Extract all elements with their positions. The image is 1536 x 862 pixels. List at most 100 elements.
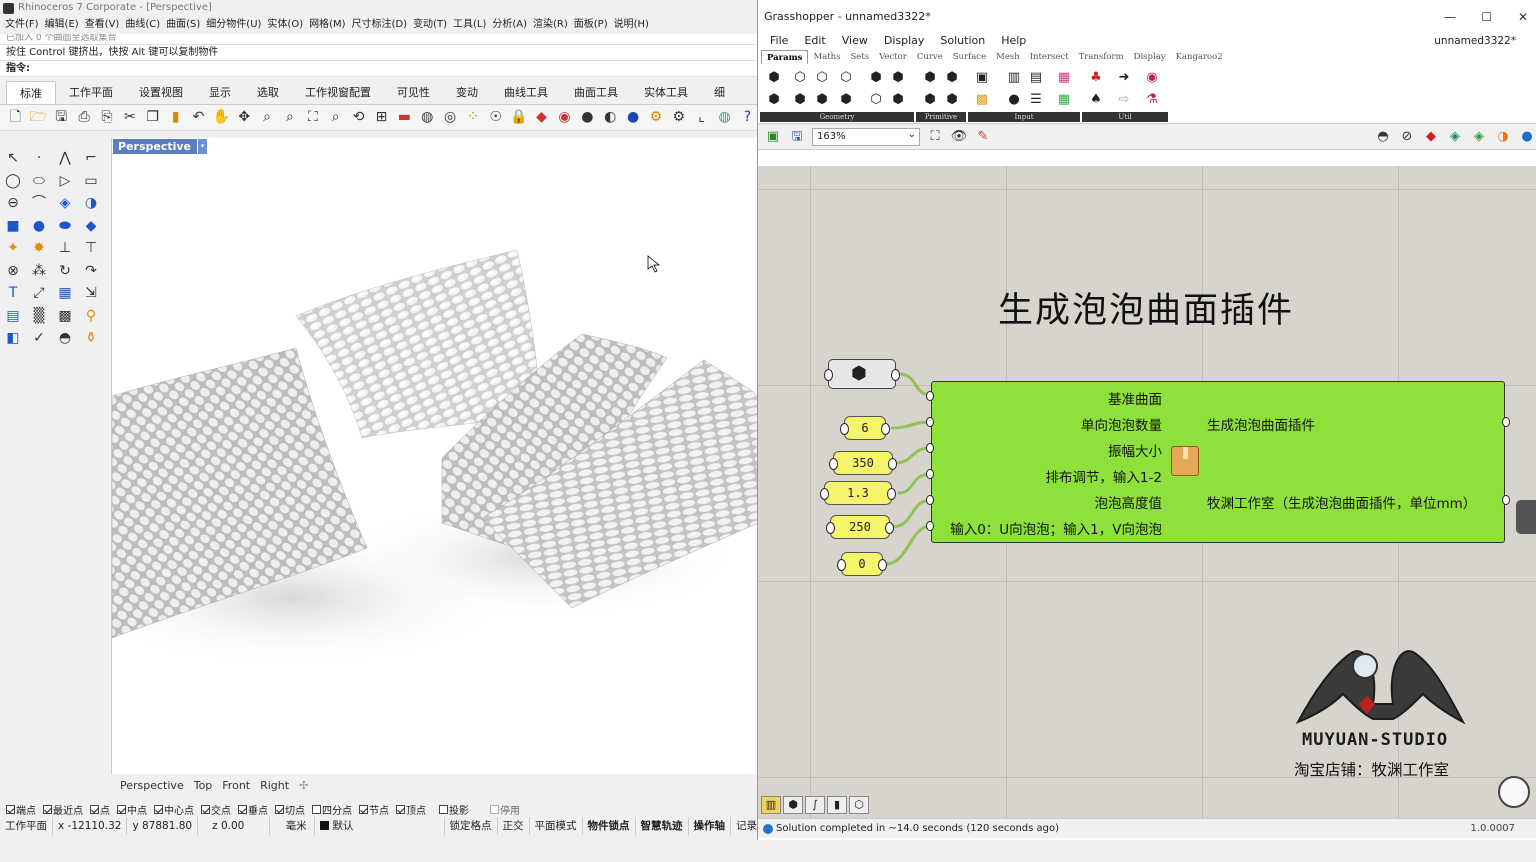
car-icon[interactable]: ▬	[395, 108, 414, 127]
menu-mesh[interactable]: 网格(M)	[308, 16, 350, 34]
preview-eye-icon[interactable]: 👁	[950, 128, 968, 146]
osnap-checkbox[interactable]	[154, 804, 163, 814]
tab-viewport-layout[interactable]: 工作视窗配置	[292, 81, 384, 104]
osnap-checkbox[interactable]	[359, 804, 368, 814]
status-cplane[interactable]: 工作平面	[0, 817, 53, 835]
osnap-10[interactable]: 顶点	[396, 802, 426, 817]
status-units[interactable]: 毫米	[270, 817, 316, 835]
group-icon[interactable]: ⁂	[28, 260, 50, 282]
layer-icon[interactable]: ◆	[532, 108, 551, 127]
boolean-icon[interactable]: ✦	[2, 237, 24, 259]
perspective-viewport[interactable]: Perspective ▾	[111, 138, 757, 774]
new-file-icon[interactable]: 🗋	[6, 108, 25, 127]
rotate-view-icon[interactable]: ⟲	[349, 108, 368, 127]
tab-curve-tools[interactable]: 曲线工具	[491, 81, 561, 104]
menu-solid[interactable]: 实体(O)	[266, 16, 308, 34]
param-curve-icon[interactable]: ⬡	[812, 68, 832, 88]
menu-dimension[interactable]: 尺寸标注(D)	[351, 16, 413, 34]
toggle-planar[interactable]: 平面模式	[530, 817, 583, 835]
zoom-extents-icon[interactable]: ⛶	[303, 108, 322, 127]
zoom-extents-icon[interactable]: ⛶	[926, 128, 944, 146]
gh-menu-view[interactable]: View	[842, 32, 884, 50]
util-tree-icon[interactable]: ♠	[1086, 90, 1106, 110]
menu-help[interactable]: 说明(H)	[613, 16, 654, 34]
param-box-icon[interactable]: ⬢	[764, 68, 784, 88]
gh-canvas[interactable]: 生成泡泡曲面插件 ⬢ 6 350 1.3 250 0 基准曲面 单向泡泡数量 振…	[758, 166, 1536, 818]
cut-icon[interactable]: ✂	[120, 108, 139, 127]
lock-icon[interactable]: 🔒	[509, 108, 528, 127]
osnap-checkbox[interactable]	[238, 804, 247, 814]
gh-menu-edit[interactable]: Edit	[804, 32, 841, 50]
render-sphere-icon[interactable]: ◐	[601, 108, 620, 127]
export-icon[interactable]: ⎘	[98, 108, 117, 127]
paint-icon[interactable]: ⚱	[80, 327, 102, 349]
print-icon[interactable]: ⎙	[75, 108, 94, 127]
maximize-button[interactable]: ☐	[1481, 0, 1492, 34]
util-flask-icon[interactable]: ⚗	[1142, 90, 1162, 110]
tab-select[interactable]: 选取	[244, 81, 292, 104]
ellipse-icon[interactable]: ⬭	[28, 170, 50, 192]
osnap-checkbox[interactable]	[439, 804, 448, 814]
pan-hand-icon[interactable]: ✋	[212, 108, 231, 127]
tab-cplanes[interactable]: 工作平面	[56, 81, 126, 104]
tab-surface-tools[interactable]: 曲面工具	[561, 81, 631, 104]
gh-tab-mesh[interactable]: Mesh	[991, 50, 1025, 64]
input-panel-icon[interactable]: ▥	[1004, 68, 1024, 88]
cluster-out-port[interactable]	[1502, 495, 1510, 505]
arc-icon[interactable]: ⌒	[28, 192, 50, 214]
viewport-menu-icon[interactable]: ▾	[197, 139, 208, 154]
hatch-icon[interactable]: ▒	[28, 305, 50, 327]
minimize-button[interactable]: —	[1444, 0, 1456, 34]
tab-transform[interactable]: 变动	[443, 81, 491, 104]
revolve-icon[interactable]: ◑	[80, 192, 102, 214]
widget-profiler-icon[interactable]: ⬢	[783, 796, 803, 814]
osnap-4[interactable]: 中心点	[154, 802, 194, 817]
gh-tab-vector[interactable]: Vector	[874, 50, 912, 64]
circle-icon[interactable]: ◯	[2, 170, 24, 192]
check-icon[interactable]: ✓	[28, 327, 50, 349]
rotate-icon[interactable]: ↻	[54, 260, 76, 282]
osnap-checkbox[interactable]	[6, 804, 15, 814]
cluster-in-port[interactable]	[926, 391, 934, 401]
trim-icon[interactable]: ⊥	[54, 237, 76, 259]
toggle-grid-snap[interactable]: 锁定格点	[445, 817, 498, 835]
amplitude-param[interactable]: 350	[829, 451, 897, 475]
gh-menu-help[interactable]: Help	[1001, 32, 1042, 50]
cplane-icon[interactable]: ◎	[441, 108, 460, 127]
param-point-icon[interactable]: ⬢	[836, 90, 856, 110]
menu-analyze[interactable]: 分析(A)	[491, 16, 532, 34]
gh-tab-curve[interactable]: Curve	[912, 50, 948, 64]
preview-shaded-icon[interactable]: ◆	[1422, 128, 1440, 146]
osnap-11[interactable]: 投影	[439, 802, 469, 817]
toggle-smarttrack[interactable]: 智慧轨迹	[636, 817, 689, 835]
select-arrow-icon[interactable]: ↖	[2, 147, 24, 169]
dimension-icon[interactable]: ⇲	[80, 282, 102, 304]
menu-transform[interactable]: 变动(T)	[412, 16, 452, 34]
param-integer-icon[interactable]: ⬢	[920, 90, 940, 110]
osnap-8[interactable]: 四分点	[312, 802, 352, 817]
polyline-icon[interactable]: ⋀	[54, 147, 76, 169]
cluster-out-port[interactable]	[1502, 417, 1510, 427]
menu-subd[interactable]: 细分物件(U)	[205, 16, 266, 34]
gh-tab-surface[interactable]: Surface	[948, 50, 991, 64]
param-geometry-icon[interactable]: ⬢	[888, 68, 908, 88]
menu-tools[interactable]: 工具(L)	[452, 16, 491, 34]
settings-icon[interactable]: ⚙	[647, 108, 666, 127]
tab-visibility[interactable]: 可见性	[384, 81, 443, 104]
zoom-selected-icon[interactable]: ⌕	[326, 108, 345, 127]
input-color-icon[interactable]: ▦	[1054, 68, 1074, 88]
tab-display[interactable]: 显示	[196, 81, 244, 104]
cluster-in-port[interactable]	[926, 521, 934, 531]
input-import-icon[interactable]: ▣	[972, 68, 992, 88]
util-jump-icon[interactable]: ⇨	[1114, 90, 1134, 110]
globe-icon[interactable]: ◍	[715, 108, 734, 127]
offscreen-panel-stub[interactable]	[1516, 500, 1536, 534]
polygon-icon[interactable]: ▷	[54, 170, 76, 192]
osnap-checkbox[interactable]	[43, 804, 52, 814]
viewport-layout-icon[interactable]: ⊞	[372, 108, 391, 127]
menu-file[interactable]: 文件(F)	[4, 16, 44, 34]
tab-standard[interactable]: 标准	[6, 81, 56, 104]
fillet-icon[interactable]: ⊖	[2, 192, 24, 214]
cluster-in-port[interactable]	[926, 495, 934, 505]
help-icon[interactable]: ?	[738, 108, 757, 127]
